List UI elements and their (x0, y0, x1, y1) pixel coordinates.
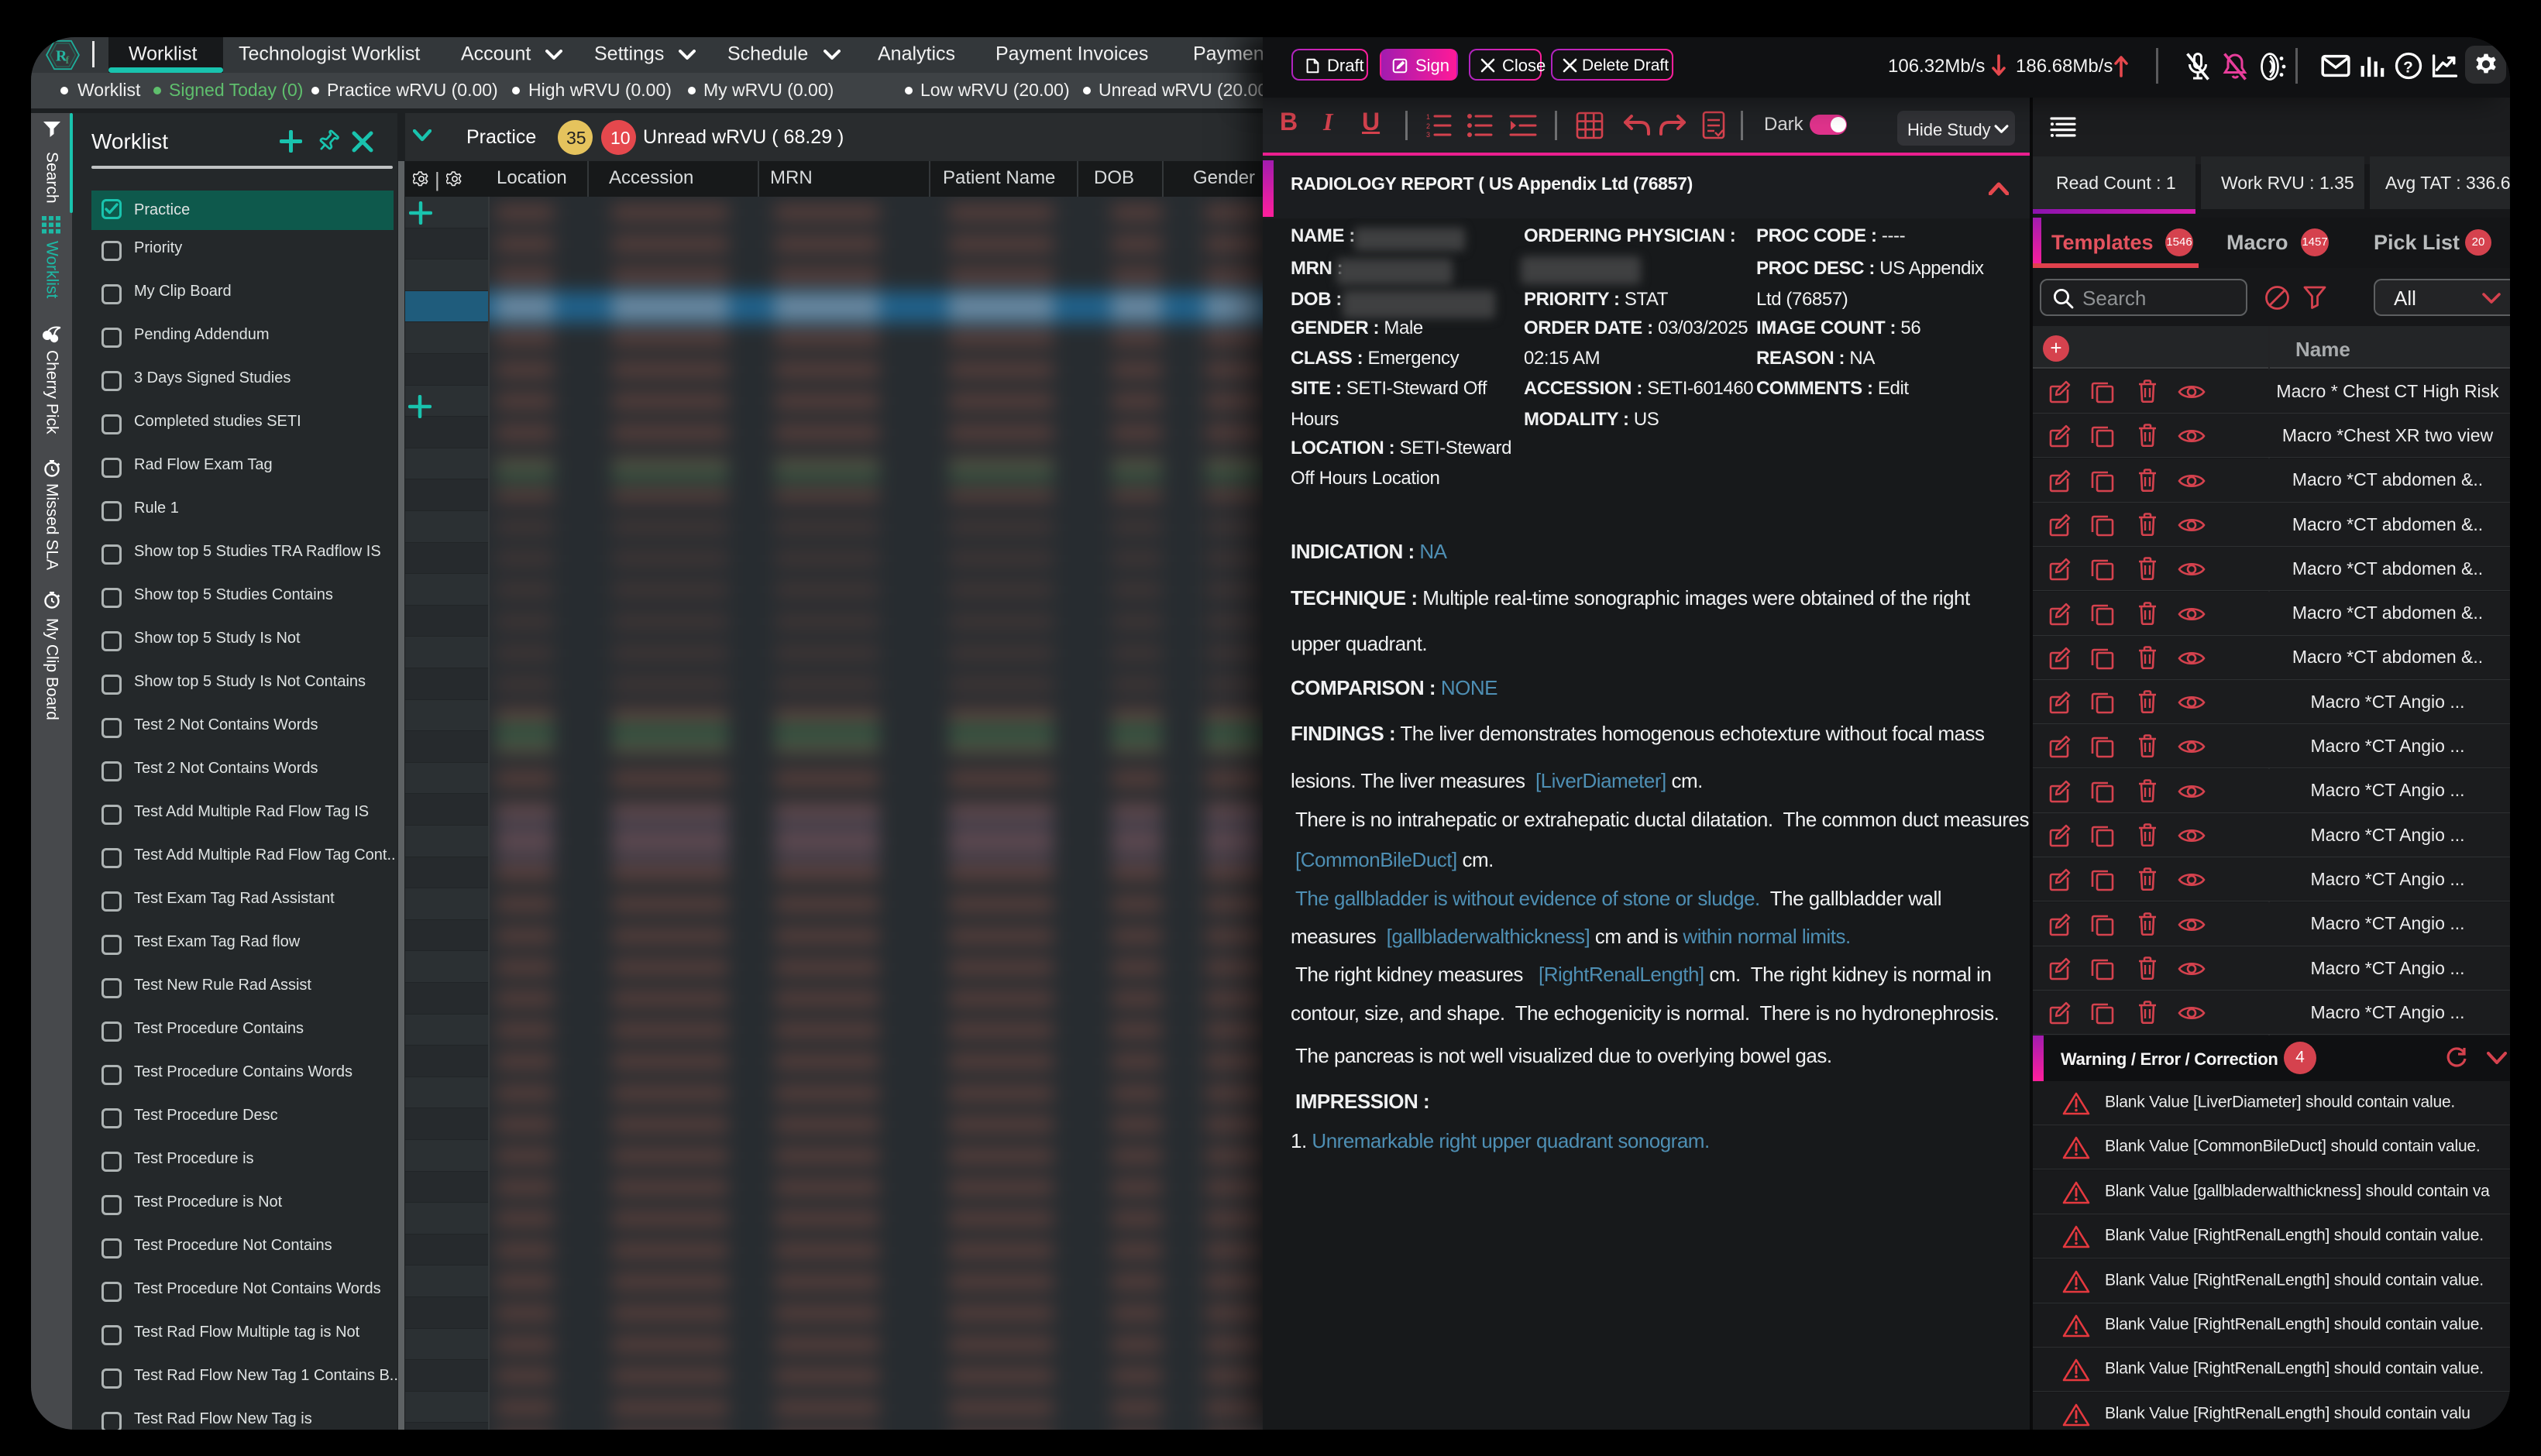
svg-text:2: 2 (1426, 122, 1430, 130)
svg-text:f: f (66, 54, 70, 66)
svg-text:3: 3 (1426, 131, 1430, 138)
svg-text:?: ? (2403, 58, 2413, 76)
svg-text:1: 1 (1426, 113, 1430, 121)
